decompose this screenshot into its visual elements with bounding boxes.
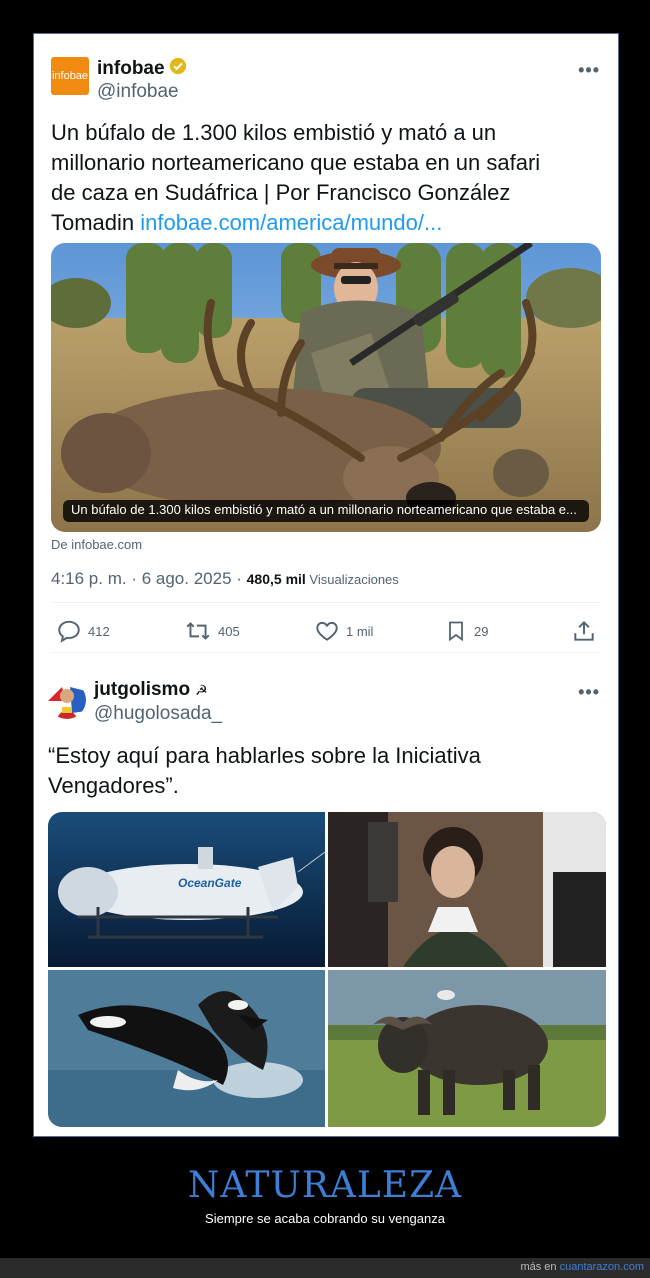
courtroom-image	[328, 812, 606, 967]
reply-button[interactable]: 412	[56, 618, 110, 644]
tweet-text-line: millonario norteamericano que estaba en …	[51, 150, 541, 175]
site-footer: más en cuantarazon.com	[0, 1258, 650, 1278]
meta-separator: ·	[126, 569, 142, 588]
tweet-time[interactable]: 4:16 p. m.	[51, 569, 127, 588]
author-handle[interactable]: @infobae	[97, 81, 179, 103]
site-link[interactable]: cuantarazon.com	[560, 1261, 644, 1273]
share-button[interactable]	[571, 618, 597, 649]
share-icon	[574, 620, 594, 641]
tweet-text: “Estoy aquí para hablarles sobre la Inic…	[48, 741, 608, 801]
author-name-row: infobae	[97, 57, 187, 80]
bookmark-count: 29	[474, 623, 489, 639]
buffalo-image	[328, 970, 606, 1127]
screenshot-content: infobae infobae @infobae ••• Un búfalo d…	[36, 36, 616, 1134]
hammer-sickle-icon: ☭	[195, 681, 208, 698]
tweet-text-line: de caza en Sudáfrica | Por Francisco Gon…	[51, 180, 511, 205]
meta-separator: ·	[231, 569, 247, 588]
like-button[interactable]: 1 mil	[314, 618, 373, 644]
jutgolismo-avatar[interactable]	[48, 681, 86, 719]
avatar-logo-text: infobae	[51, 70, 89, 82]
buffalo-photo[interactable]	[328, 970, 606, 1127]
tweet-text-line: Tomadin infobae.com/america/mundo/...	[51, 208, 611, 238]
tweet-meta: 4:16 p. m. · 6 ago. 2025 · 480,5 mil Vis…	[51, 569, 399, 589]
tweet-text: Un búfalo de 1.300 kilos embistió y mató…	[51, 118, 611, 238]
submarine-brand-text: OceanGate	[178, 876, 242, 890]
verified-badge-icon	[169, 57, 187, 80]
retweet-icon	[186, 622, 210, 640]
meme-subtitle: Siempre se acaba cobrando su venganza	[205, 1211, 445, 1226]
tweet-text-line: “Estoy aquí para hablarles sobre la Inic…	[48, 743, 481, 768]
reply-icon	[58, 620, 80, 643]
tweet-text-fragment: Tomadin	[51, 210, 141, 235]
avatar-image	[48, 687, 86, 719]
article-link[interactable]: infobae.com/america/mundo/...	[140, 210, 442, 235]
orcas-photo[interactable]	[48, 970, 325, 1127]
author-handle[interactable]: @hugolosada_	[94, 703, 222, 725]
infobae-avatar[interactable]: infobae	[51, 57, 89, 95]
author-name[interactable]: infobae	[97, 58, 165, 80]
like-count: 1 mil	[346, 623, 374, 639]
author-name-row: jutgolismo ☭	[94, 679, 208, 701]
more-options-icon[interactable]: •••	[578, 60, 600, 81]
more-options-icon[interactable]: •••	[578, 682, 600, 703]
reply-count: 412	[88, 623, 110, 639]
image-caption-overlay: Un búfalo de 1.300 kilos embistió y mató…	[71, 502, 577, 517]
footer-prefix: más en	[520, 1261, 560, 1273]
bookmark-button[interactable]: 29	[444, 618, 488, 644]
divider	[51, 602, 601, 603]
views-label: Visualizaciones	[305, 572, 399, 587]
bookmark-icon	[449, 621, 463, 642]
hunting-photo	[51, 243, 601, 532]
heart-icon	[316, 621, 338, 641]
meme-title: NATURALEZA	[187, 1165, 463, 1206]
tweet-date[interactable]: 6 ago. 2025	[142, 569, 232, 588]
views-count: 480,5 mil	[246, 571, 306, 587]
retweet-button[interactable]: 405	[184, 618, 240, 644]
retweet-count: 405	[218, 623, 240, 639]
orcas-image	[48, 970, 325, 1127]
tweet-text-line: Vengadores”.	[48, 773, 179, 798]
link-card-image[interactable]: Un búfalo de 1.300 kilos embistió y mató…	[51, 243, 601, 532]
footer-text: más en cuantarazon.com	[520, 1261, 644, 1273]
submarine-photo[interactable]: OceanGate	[48, 812, 326, 967]
divider	[51, 652, 601, 653]
courtroom-photo[interactable]	[328, 812, 606, 967]
media-grid: OceanGate	[48, 812, 606, 1127]
meme-frame: infobae infobae @infobae ••• Un búfalo d…	[33, 33, 619, 1137]
link-source[interactable]: De infobae.com	[51, 537, 142, 552]
author-name[interactable]: jutgolismo	[94, 679, 190, 701]
tweet-text-line: Un búfalo de 1.300 kilos embistió y mató…	[51, 120, 497, 145]
